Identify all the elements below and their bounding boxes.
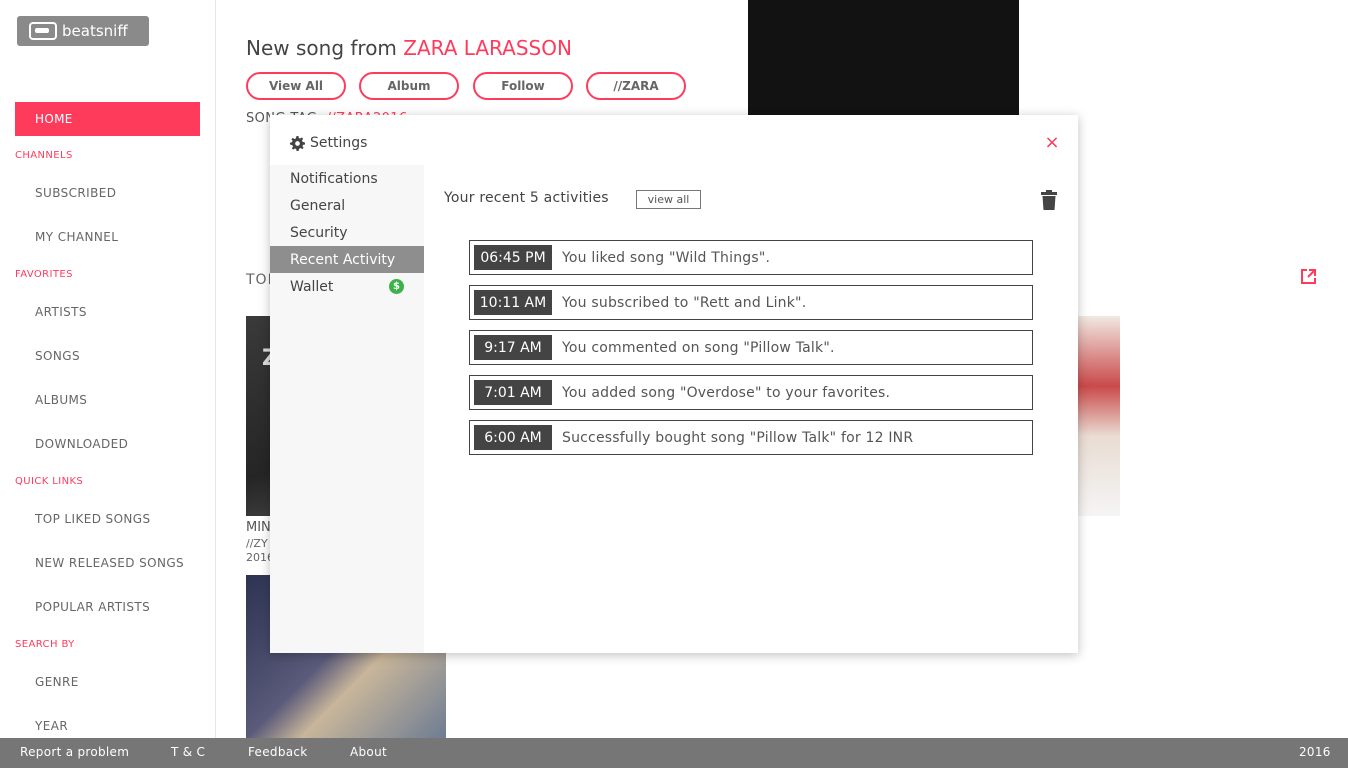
view-all-button[interactable]: View All <box>246 72 346 100</box>
activity-text: You subscribed to "Rett and Link". <box>562 294 807 311</box>
sidebar-item-downloaded[interactable]: DOWNLOADED <box>35 437 128 451</box>
activity-row: 9:17 AM You commented on song "Pillow Ta… <box>469 330 1033 365</box>
sidebar-item-home[interactable]: HOME <box>15 102 200 136</box>
trash-icon[interactable] <box>1040 190 1058 210</box>
menu-item-security[interactable]: Security <box>270 219 424 246</box>
footer-year: 2016 <box>1299 745 1331 759</box>
modal-title: Settings <box>290 135 367 151</box>
activity-time: 10:11 AM <box>474 290 552 315</box>
song-title[interactable]: MIN <box>246 520 271 535</box>
sidebar-item-new-released-songs[interactable]: NEW RELEASED SONGS <box>35 556 184 570</box>
section-channels: CHANNELS <box>15 150 73 161</box>
song-tag-text[interactable]: //ZY <box>246 537 268 550</box>
view-all-activities-button[interactable]: view all <box>636 190 701 209</box>
section-quick-links: QUICK LINKS <box>15 476 84 487</box>
footer-tc-link[interactable]: T & C <box>171 745 205 759</box>
activity-row: 06:45 PM You liked song "Wild Things". <box>469 240 1033 275</box>
activity-time: 06:45 PM <box>474 245 552 270</box>
activity-time: 9:17 AM <box>474 335 552 360</box>
sidebar-item-subscribed[interactable]: SUBSCRIBED <box>35 186 116 200</box>
activity-time: 7:01 AM <box>474 380 552 405</box>
sidebar-item-artists[interactable]: ARTISTS <box>35 305 87 319</box>
menu-item-general[interactable]: General <box>270 192 424 219</box>
sidebar-item-popular-artists[interactable]: POPULAR ARTISTS <box>35 600 150 614</box>
headline-artist-link[interactable]: ZARA LARASSON <box>403 36 572 60</box>
activity-text: You commented on song "Pillow Talk". <box>562 339 835 356</box>
sidebar-item-my-channel[interactable]: MY CHANNEL <box>35 230 118 244</box>
activity-row: 10:11 AM You subscribed to "Rett and Lin… <box>469 285 1033 320</box>
album-button[interactable]: Album <box>359 72 459 100</box>
footer-report-problem-link[interactable]: Report a problem <box>20 745 129 759</box>
footer-about-link[interactable]: About <box>350 745 387 759</box>
settings-modal: Settings × Notifications General Securit… <box>270 115 1078 653</box>
section-search-by: SEARCH BY <box>15 639 75 650</box>
sidebar-item-songs[interactable]: SONGS <box>35 349 80 363</box>
follow-button[interactable]: Follow <box>473 72 573 100</box>
menu-item-notifications[interactable]: Notifications <box>270 165 424 192</box>
footer: Report a problem T & C Feedback About 20… <box>0 738 1348 768</box>
dollar-icon: $ <box>389 279 404 294</box>
menu-item-wallet[interactable]: Wallet $ <box>270 273 424 300</box>
logo-icon <box>29 22 57 40</box>
logo-text: beatsniff <box>62 22 128 40</box>
footer-feedback-link[interactable]: Feedback <box>248 745 308 759</box>
settings-menu: Notifications General Security Recent Ac… <box>270 165 424 653</box>
beatsniff-logo[interactable]: beatsniff <box>17 16 149 46</box>
headline-prefix: New song from <box>246 36 404 60</box>
sidebar-item-albums[interactable]: ALBUMS <box>35 393 87 407</box>
activity-text: Successfully bought song "Pillow Talk" f… <box>562 429 914 446</box>
activity-row: 6:00 AM Successfully bought song "Pillow… <box>469 420 1033 455</box>
activity-text: You liked song "Wild Things". <box>562 249 771 266</box>
artist-tag-button[interactable]: //ZARA <box>586 72 686 100</box>
sidebar-item-genre[interactable]: GENRE <box>35 675 79 689</box>
video-player[interactable] <box>748 0 1019 116</box>
activity-heading: Your recent 5 activities <box>444 190 609 206</box>
sidebar-item-top-liked-songs[interactable]: TOP LIKED SONGS <box>35 512 151 526</box>
close-icon[interactable]: × <box>1044 134 1060 152</box>
section-favorites: FAVORITES <box>15 269 73 280</box>
activity-time: 6:00 AM <box>474 425 552 450</box>
gear-icon <box>290 135 305 151</box>
page-headline: New song from ZARA LARASSON <box>246 36 572 60</box>
sidebar-item-year[interactable]: YEAR <box>35 719 68 733</box>
activity-text: You added song "Overdose" to your favori… <box>562 384 891 401</box>
external-link-icon[interactable] <box>1300 268 1317 285</box>
modal-title-text: Settings <box>310 135 368 151</box>
menu-item-wallet-label: Wallet <box>290 278 334 295</box>
sidebar: beatsniff HOME CHANNELS SUBSCRIBED MY CH… <box>0 0 216 738</box>
activity-row: 7:01 AM You added song "Overdose" to you… <box>469 375 1033 410</box>
menu-item-recent-activity[interactable]: Recent Activity <box>270 246 424 273</box>
song-thumbnail-right[interactable] <box>1078 316 1120 516</box>
